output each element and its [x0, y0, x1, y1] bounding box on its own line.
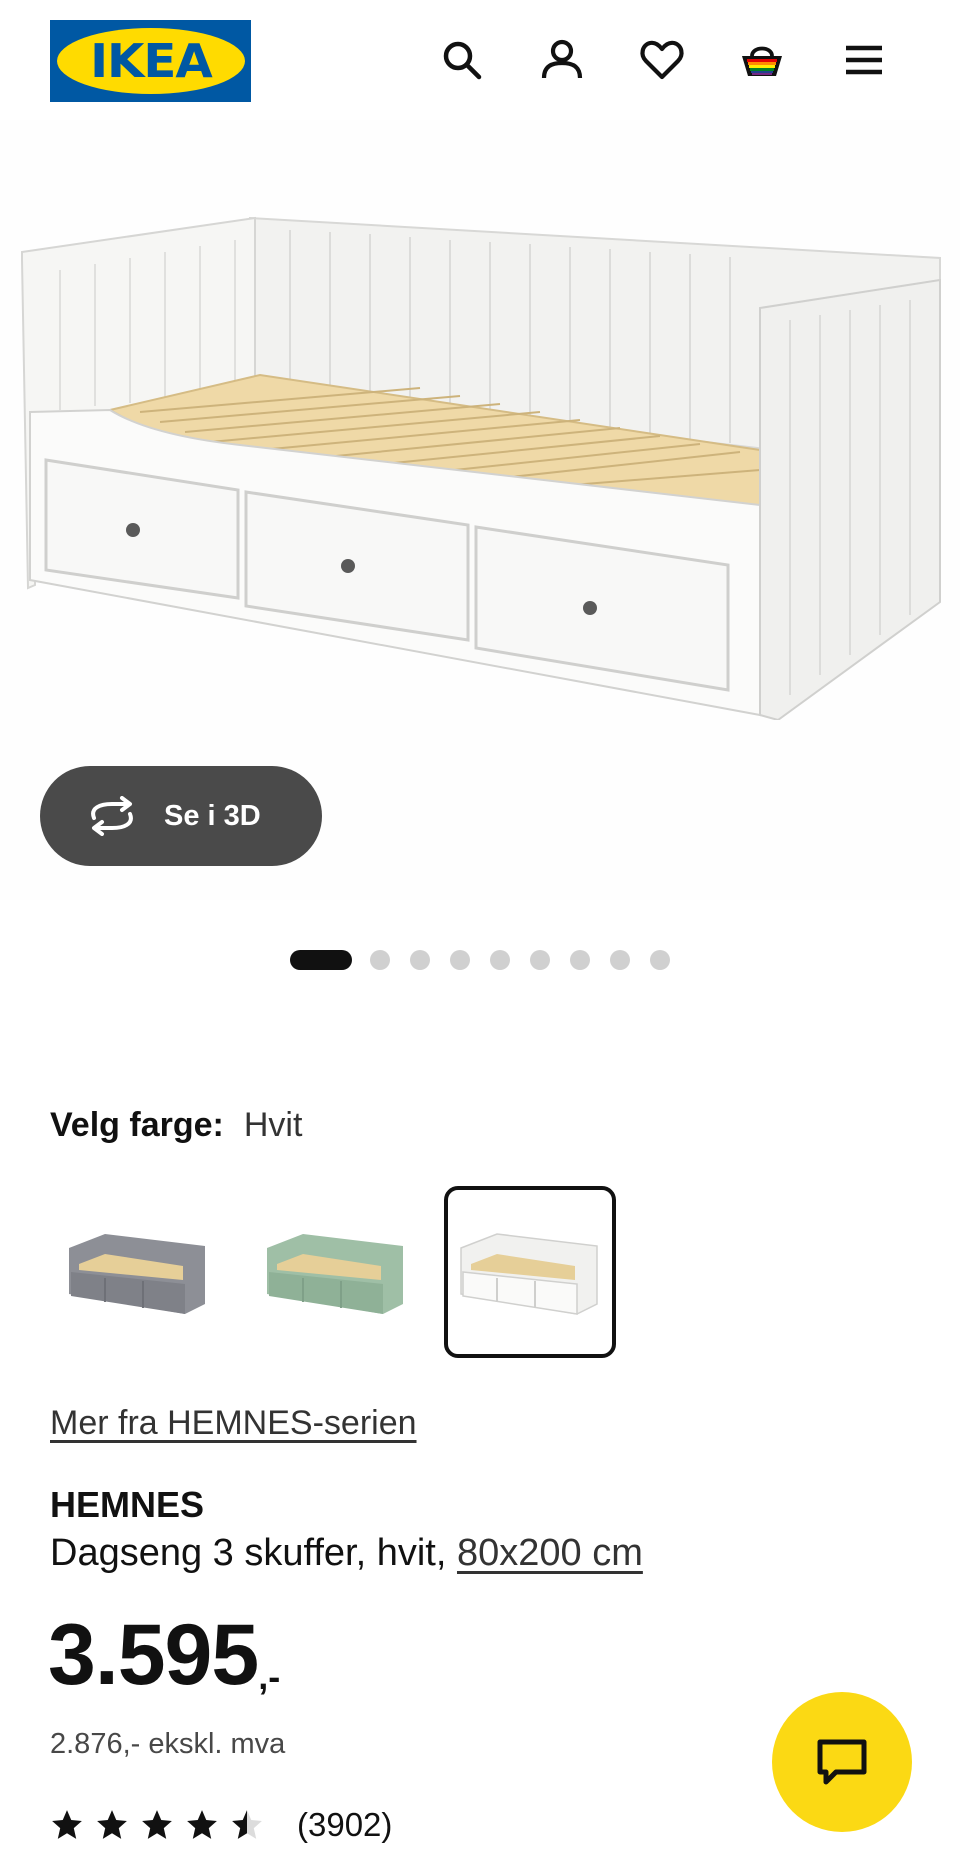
product-description-text: Dagseng 3 skuffer, hvit,: [50, 1532, 447, 1574]
logo-oval: IKEA: [56, 28, 245, 94]
carousel-dot[interactable]: [410, 950, 430, 970]
carousel-dot[interactable]: [370, 950, 390, 970]
color-value: Hvit: [243, 1106, 303, 1144]
star-icon: [142, 1810, 172, 1839]
half-star-icon: [232, 1810, 262, 1839]
carousel-dot[interactable]: [570, 950, 590, 970]
star-icon: [187, 1810, 217, 1839]
chat-icon: [817, 1739, 867, 1785]
daybed-image: [21, 216, 941, 720]
carousel-dot[interactable]: [530, 950, 550, 970]
search-icon[interactable]: [432, 30, 492, 90]
daybed-thumbnail-green: [267, 1234, 403, 1314]
product-name: HEMNES: [50, 1484, 205, 1525]
basket-icon[interactable]: [732, 30, 792, 90]
series-link[interactable]: Mer fra HEMNES-serien: [50, 1404, 417, 1443]
chat-button[interactable]: [772, 1692, 912, 1832]
product-rating[interactable]: (3902): [50, 1806, 392, 1844]
ikea-logo[interactable]: IKEA: [50, 20, 251, 102]
product-image-carousel[interactable]: Se i 3D: [0, 120, 960, 900]
rating-count: (3902): [297, 1806, 393, 1843]
color-option-white[interactable]: [444, 1186, 616, 1358]
carousel-dot[interactable]: [610, 950, 630, 970]
color-option-green[interactable]: [250, 1186, 422, 1358]
carousel-pagination: [290, 950, 690, 970]
star-icon: [52, 1810, 82, 1839]
menu-icon[interactable]: [834, 30, 894, 90]
user-icon[interactable]: [532, 30, 592, 90]
price-main: 3.595: [48, 1607, 259, 1703]
product-size-link[interactable]: 80x200 cm: [457, 1532, 643, 1574]
rotate-3d-icon: [91, 796, 133, 836]
price-excl-vat: 2.876,- ekskl. mva: [50, 1728, 286, 1760]
view-3d-label: Se i 3D: [164, 799, 261, 832]
daybed-thumbnail-white: [460, 1233, 598, 1315]
heart-icon[interactable]: [632, 30, 692, 90]
color-chooser-heading: Velg farge: Hvit: [50, 1106, 302, 1145]
daybed-thumbnail-grey: [69, 1234, 205, 1314]
site-header: IKEA: [0, 0, 960, 120]
price-suffix: ,-: [258, 1656, 281, 1697]
product-price: 3.595 ,-: [48, 1612, 280, 1698]
carousel-dot-active[interactable]: [290, 950, 352, 970]
color-label: Velg farge:: [50, 1106, 224, 1144]
logo-text: IKEA: [89, 34, 213, 88]
product-description: Dagseng 3 skuffer, hvit, 80x200 cm: [50, 1532, 643, 1575]
star-icon: [97, 1810, 127, 1839]
color-option-grey[interactable]: [52, 1186, 224, 1358]
carousel-dot[interactable]: [490, 950, 510, 970]
carousel-dot[interactable]: [450, 950, 470, 970]
carousel-dot[interactable]: [650, 950, 670, 970]
view-3d-button[interactable]: Se i 3D: [40, 766, 322, 866]
